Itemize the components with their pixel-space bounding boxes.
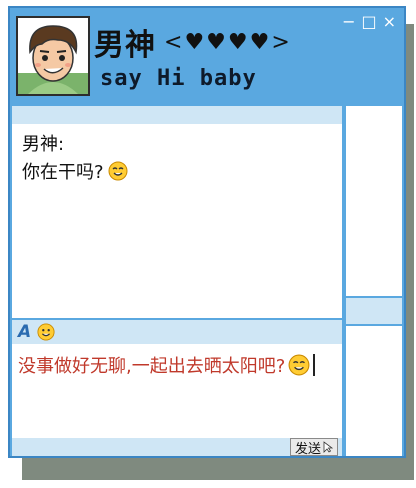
chat-header: 男神 < ♥ ♥ ♥ ♥ > say Hi baby − □ ×	[10, 8, 404, 102]
message-sender: 男神:	[22, 134, 65, 155]
status-text: say Hi baby	[100, 66, 257, 91]
heart-icon: ♥	[184, 29, 205, 55]
contact-name: 男神	[94, 28, 156, 63]
side-panel-top	[346, 106, 402, 296]
title-row: 男神 < ♥ ♥ ♥ ♥ >	[94, 20, 290, 64]
send-label: 发送	[294, 441, 321, 457]
font-button[interactable]: A	[18, 322, 31, 342]
window-controls: − □ ×	[342, 12, 396, 31]
smile-emoji-icon	[288, 354, 310, 376]
emoji-picker-icon[interactable]	[37, 323, 55, 341]
angle-right: >	[271, 29, 290, 55]
side-panel-strip	[346, 298, 402, 324]
chat-history[interactable]: 男神: 你在干吗?	[12, 106, 342, 318]
smile-emoji-icon	[108, 161, 128, 181]
chat-window: 男神 < ♥ ♥ ♥ ♥ > say Hi baby − □ × 男神: 你在干…	[8, 6, 406, 458]
pointer-cursor-icon	[323, 441, 333, 453]
heart-decoration: < ♥ ♥ ♥ ♥ >	[164, 30, 290, 55]
side-panel-bottom	[346, 326, 402, 456]
heart-icon: ♥	[249, 29, 270, 55]
heart-icon: ♥	[227, 29, 248, 55]
input-content: 没事做好无聊,一起出去晒太阳吧?	[18, 352, 316, 378]
close-button[interactable]: ×	[383, 12, 396, 31]
input-text: 没事做好无聊,一起出去晒太阳吧?	[18, 356, 286, 377]
message-input[interactable]: 没事做好无聊,一起出去晒太阳吧?	[12, 344, 342, 438]
message-bubble: 你在干吗?	[22, 158, 128, 184]
maximize-button[interactable]: □	[361, 12, 376, 31]
minimize-button[interactable]: −	[342, 12, 355, 31]
text-cursor	[313, 354, 316, 376]
avatar[interactable]	[16, 16, 90, 96]
send-button[interactable]: 发送	[289, 438, 338, 457]
boy-avatar-icon	[18, 18, 88, 94]
heart-icon: ♥	[206, 29, 226, 55]
chat-top-strip	[12, 106, 342, 124]
message-text: 你在干吗?	[22, 162, 104, 183]
send-row: 发送	[12, 438, 342, 456]
angle-left: <	[164, 29, 183, 55]
input-toolbar: A	[12, 320, 342, 344]
